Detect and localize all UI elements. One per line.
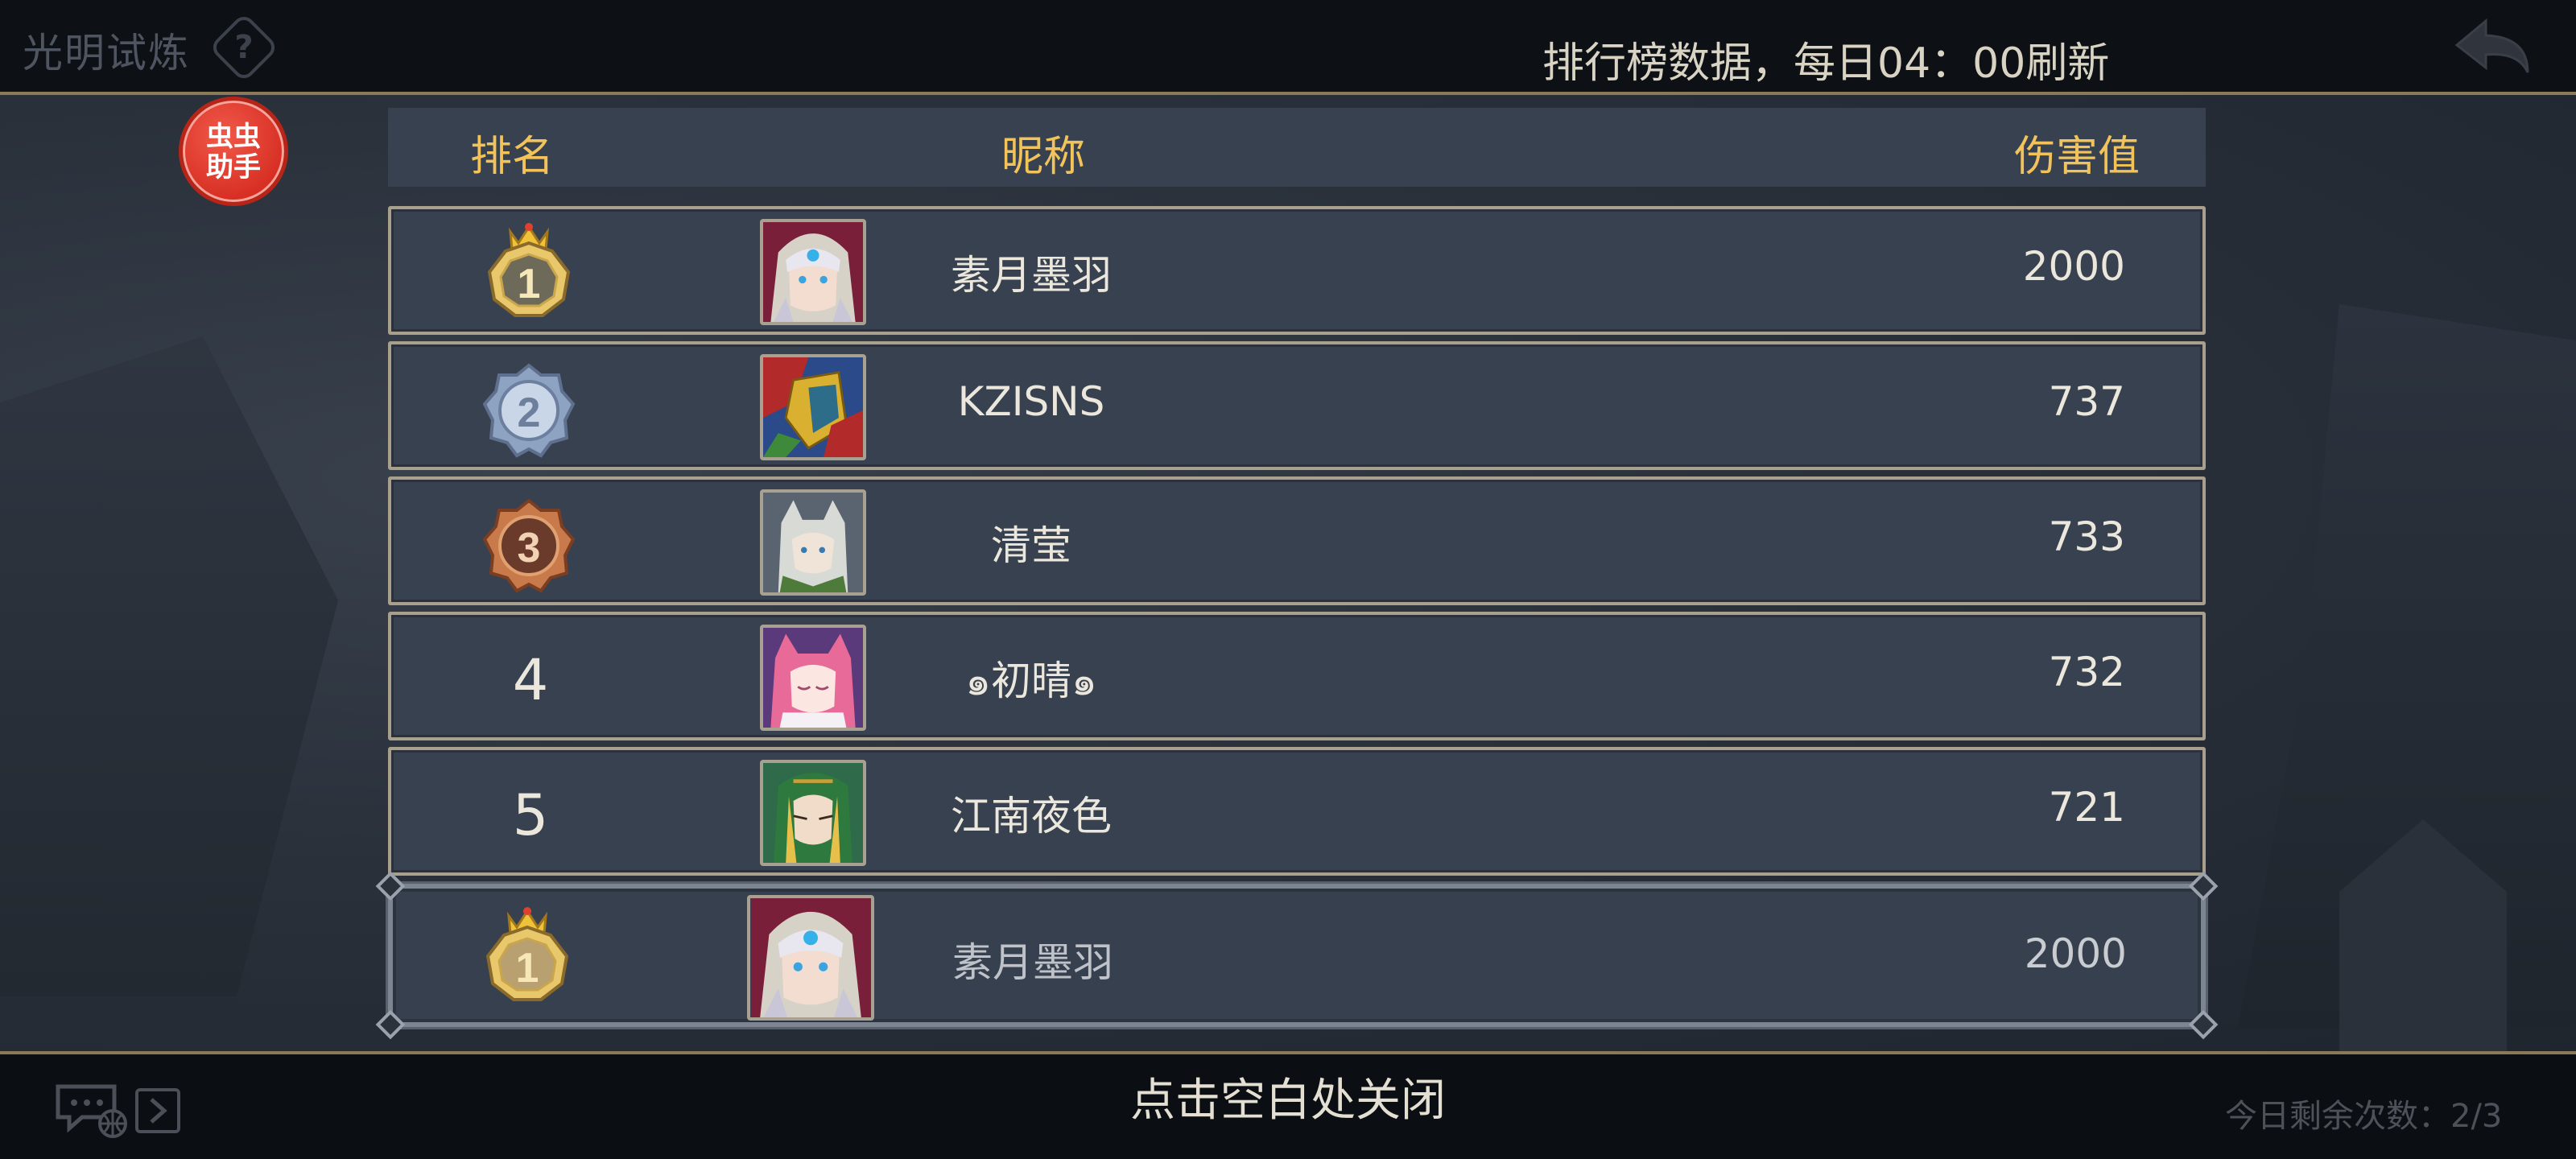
background-rock-left [0,336,338,996]
damage-value: 721 [2048,784,2125,831]
leaderboard-row[interactable]: 1 素月墨羽 2000 [388,206,2206,335]
column-header-rank: 排名 [470,133,555,181]
my-name: 素月墨羽 [952,939,1113,986]
column-header-name: 昵称 [1001,133,1086,181]
svg-text:1: 1 [518,261,541,307]
leaderboard-header: 排名 昵称 伤害值 [388,108,2206,187]
column-header-damage: 伤害值 [2013,133,2140,181]
leaderboard-row[interactable]: 4 ๑初晴๑ 732 [388,612,2206,740]
my-ranking-row[interactable]: 1 素月墨羽 2000 [375,871,2219,1040]
remaining-attempts: 今日剩余次数：2/3 [2225,1098,2503,1135]
rank-number: 4 [512,647,549,713]
return-arrow-icon[interactable] [2447,14,2544,79]
top-bar [0,0,2576,95]
svg-text:1: 1 [516,945,539,992]
assistant-badge[interactable]: 虫虫 助手 [179,97,288,206]
my-damage-value: 2000 [2024,930,2127,977]
player-name: 素月墨羽 [951,252,1112,299]
gold-crown-medal-icon: 1 [485,907,569,1001]
rank-number: 5 [512,782,549,848]
leaderboard-row[interactable]: 5 江南夜色 721 [388,747,2206,876]
player-name: KZISNS [957,378,1105,425]
refresh-note: 排行榜数据，每日04：00刷新 [1542,39,2110,88]
svg-text:2: 2 [518,390,541,436]
damage-value: 2000 [2022,243,2125,290]
close-hint[interactable]: 点击空白处关闭 [0,1064,2576,1129]
gold-crown-medal-icon: 1 [487,223,571,317]
damage-value: 733 [2048,514,2125,560]
bronze-medal-icon: 3 [482,498,576,593]
silver-medal-icon: 2 [482,363,576,458]
damage-value: 737 [2048,378,2125,425]
player-name: 江南夜色 [951,793,1112,839]
chat-globe-icon[interactable] [55,1082,132,1138]
svg-text:3: 3 [518,525,541,571]
assistant-badge-label: 虫虫 助手 [206,121,261,184]
leaderboard-row[interactable]: 3 清莹 733 [388,476,2206,605]
damage-value: 732 [2048,649,2125,695]
chevron-right-icon[interactable] [135,1088,180,1133]
leaderboard-row[interactable]: 2 KZISNS 737 [388,341,2206,470]
player-name: 清莹 [991,522,1071,569]
game-title: 光明试炼 [23,30,190,76]
player-name: ๑初晴๑ [965,658,1097,704]
